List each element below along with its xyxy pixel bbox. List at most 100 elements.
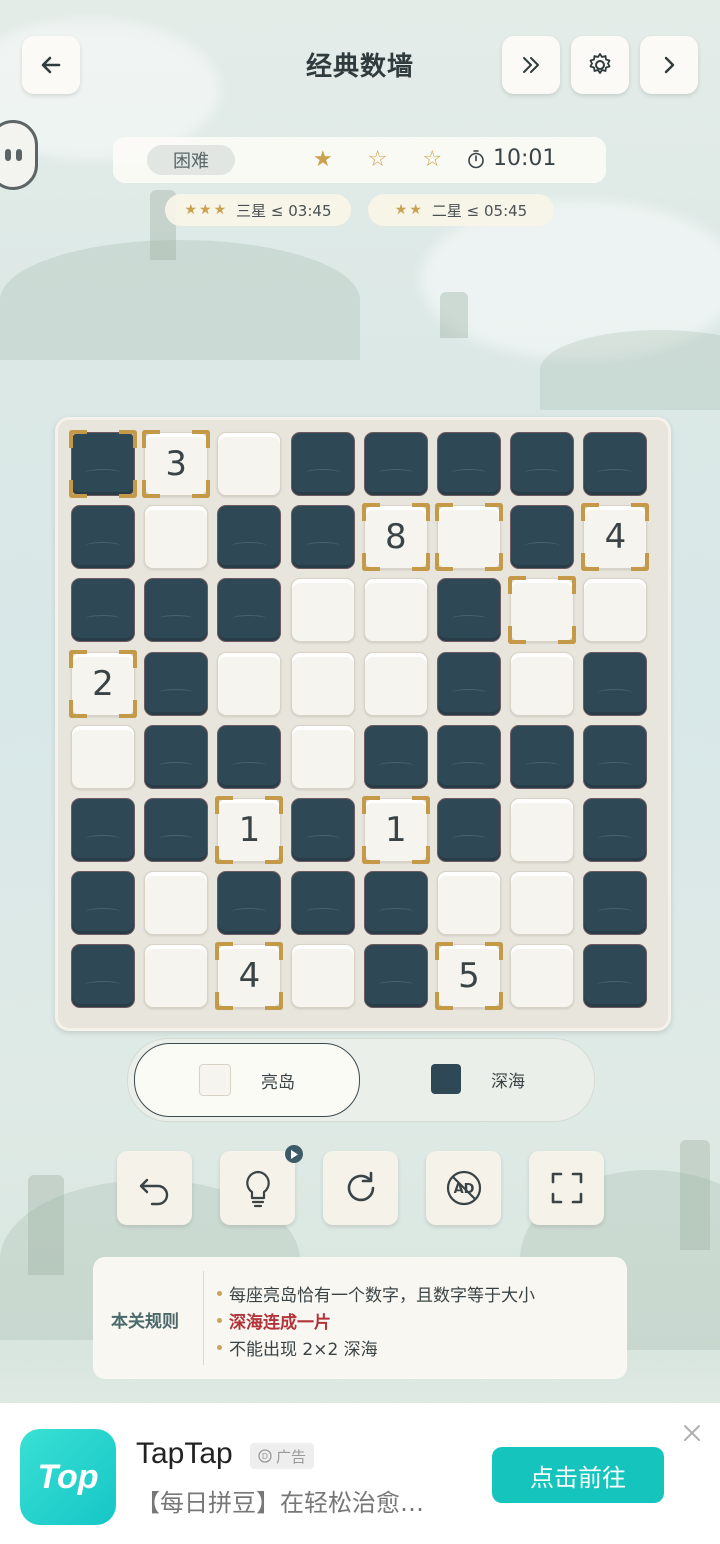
cell-deep-sea[interactable] [71, 798, 135, 862]
cell-deep-sea[interactable] [144, 798, 209, 862]
cell-light-island[interactable] [435, 503, 503, 572]
cell-deep-sea[interactable] [69, 430, 137, 498]
cell-light-island[interactable] [290, 578, 355, 643]
cell-deep-sea[interactable] [437, 432, 501, 496]
cell-light-island[interactable] [363, 651, 428, 716]
cell-deep-sea[interactable] [217, 724, 282, 789]
cell-light-island[interactable] [510, 944, 575, 1009]
chevron-right-icon [664, 56, 675, 74]
hint-button[interactable] [220, 1145, 303, 1225]
cell-deep-sea[interactable] [217, 871, 282, 936]
highlight-corner [435, 942, 453, 961]
rule-text: 深海连成一片 [229, 1313, 331, 1333]
cell-light-island[interactable] [510, 651, 575, 716]
close-icon[interactable] [680, 1421, 704, 1445]
cell-deep-sea[interactable] [144, 724, 209, 789]
cell-light-island[interactable] [71, 724, 135, 789]
cell-light-island[interactable] [363, 578, 428, 643]
highlight-corner [631, 553, 650, 572]
cell-deep-sea[interactable] [290, 871, 355, 936]
rule-text: 不能出现 2×2 深海 [229, 1340, 378, 1360]
ad-label-badge: D 广告 [250, 1443, 315, 1469]
highlight-corner [119, 430, 137, 448]
cell-deep-sea[interactable] [437, 578, 501, 643]
cell-deep-sea[interactable] [437, 724, 501, 789]
mode-deep-sea[interactable]: 深海 [366, 1043, 590, 1115]
cell-deep-sea[interactable] [363, 871, 428, 936]
undo-button[interactable] [117, 1151, 192, 1225]
cell-deep-sea[interactable] [510, 724, 575, 789]
next-level-button[interactable] [640, 36, 698, 94]
highlight-corner [265, 846, 284, 864]
cell-deep-sea[interactable] [583, 944, 648, 1009]
two-star-goal: ★★ 二星 ≤ 05:45 [368, 194, 554, 226]
cell-deep-sea[interactable] [217, 578, 282, 643]
cell-deep-sea[interactable] [510, 505, 575, 570]
mode-light-island[interactable]: 亮岛 [134, 1043, 360, 1117]
cell-light-island[interactable] [144, 505, 209, 570]
cell-light-island[interactable] [510, 798, 575, 862]
paint-mode-switch[interactable]: 亮岛 深海 [127, 1038, 595, 1122]
cell-light-island[interactable] [583, 578, 648, 643]
goal-stars: ★★★ [184, 202, 229, 218]
level-rules-panel: 本关规则 每座亮岛恰有一个数字，且数字等于大小 深海连成一片 不能出现 2×2 … [93, 1257, 627, 1379]
cell-deep-sea[interactable] [363, 432, 428, 496]
cell-numbered-island[interactable]: 8 [361, 503, 430, 572]
ad-cta-button[interactable]: 点击前往 [492, 1447, 664, 1503]
cell-deep-sea[interactable] [583, 798, 648, 862]
cell-light-island[interactable] [437, 871, 501, 936]
assistant-bubble[interactable] [0, 120, 38, 190]
highlight-corner [435, 992, 453, 1011]
cell-numbered-island[interactable]: 1 [215, 796, 284, 864]
cell-numbered-island[interactable]: 2 [69, 649, 137, 718]
fullscreen-button[interactable] [529, 1151, 604, 1225]
cell-light-island[interactable] [290, 724, 355, 789]
cell-light-island[interactable] [217, 651, 282, 716]
cell-deep-sea[interactable] [290, 432, 355, 496]
cell-numbered-island[interactable]: 4 [581, 503, 650, 572]
cell-deep-sea[interactable] [583, 432, 648, 496]
cell-deep-sea[interactable] [290, 505, 355, 570]
settings-button[interactable] [571, 36, 629, 94]
ad-app-name: TapTap [136, 1437, 233, 1470]
cell-light-island[interactable] [510, 871, 575, 936]
cell-deep-sea[interactable] [583, 724, 648, 789]
cell-number: 1 [238, 810, 261, 850]
svg-text:AD: AD [453, 1182, 474, 1197]
cell-numbered-island[interactable]: 4 [215, 942, 284, 1011]
divider [203, 1271, 204, 1365]
restart-button[interactable] [323, 1151, 398, 1225]
cell-deep-sea[interactable] [290, 798, 355, 862]
cell-deep-sea[interactable] [144, 578, 209, 643]
cell-light-island[interactable] [508, 576, 577, 645]
cell-deep-sea[interactable] [437, 651, 501, 716]
difficulty-badge: 困难 [147, 145, 235, 175]
highlight-corner [361, 846, 380, 864]
cell-light-island[interactable] [290, 651, 355, 716]
cell-numbered-island[interactable]: 3 [142, 430, 211, 498]
highlight-corner [215, 796, 234, 814]
cell-deep-sea[interactable] [71, 871, 135, 936]
cell-numbered-island[interactable]: 1 [361, 796, 430, 864]
cell-numbered-island[interactable]: 5 [435, 942, 503, 1011]
cell-deep-sea[interactable] [363, 724, 428, 789]
ad-banner[interactable]: Top TapTap D 广告 【每日拼豆】在轻松治愈… 点击前往 [0, 1403, 720, 1544]
cell-deep-sea[interactable] [71, 944, 135, 1009]
cell-deep-sea[interactable] [583, 871, 648, 936]
cell-deep-sea[interactable] [583, 651, 648, 716]
highlight-corner [192, 430, 211, 448]
cell-deep-sea[interactable] [217, 505, 282, 570]
skip-button[interactable] [502, 36, 560, 94]
mode-label: 深海 [491, 1071, 525, 1092]
cell-deep-sea[interactable] [144, 651, 209, 716]
remove-ads-button[interactable]: AD [426, 1151, 501, 1225]
cell-deep-sea[interactable] [71, 578, 135, 643]
cell-light-island[interactable] [217, 432, 282, 496]
cell-light-island[interactable] [290, 944, 355, 1009]
cell-deep-sea[interactable] [71, 505, 135, 570]
cell-deep-sea[interactable] [437, 798, 501, 862]
cell-light-island[interactable] [144, 871, 209, 936]
cell-deep-sea[interactable] [510, 432, 575, 496]
cell-light-island[interactable] [144, 944, 209, 1009]
cell-deep-sea[interactable] [363, 944, 428, 1009]
